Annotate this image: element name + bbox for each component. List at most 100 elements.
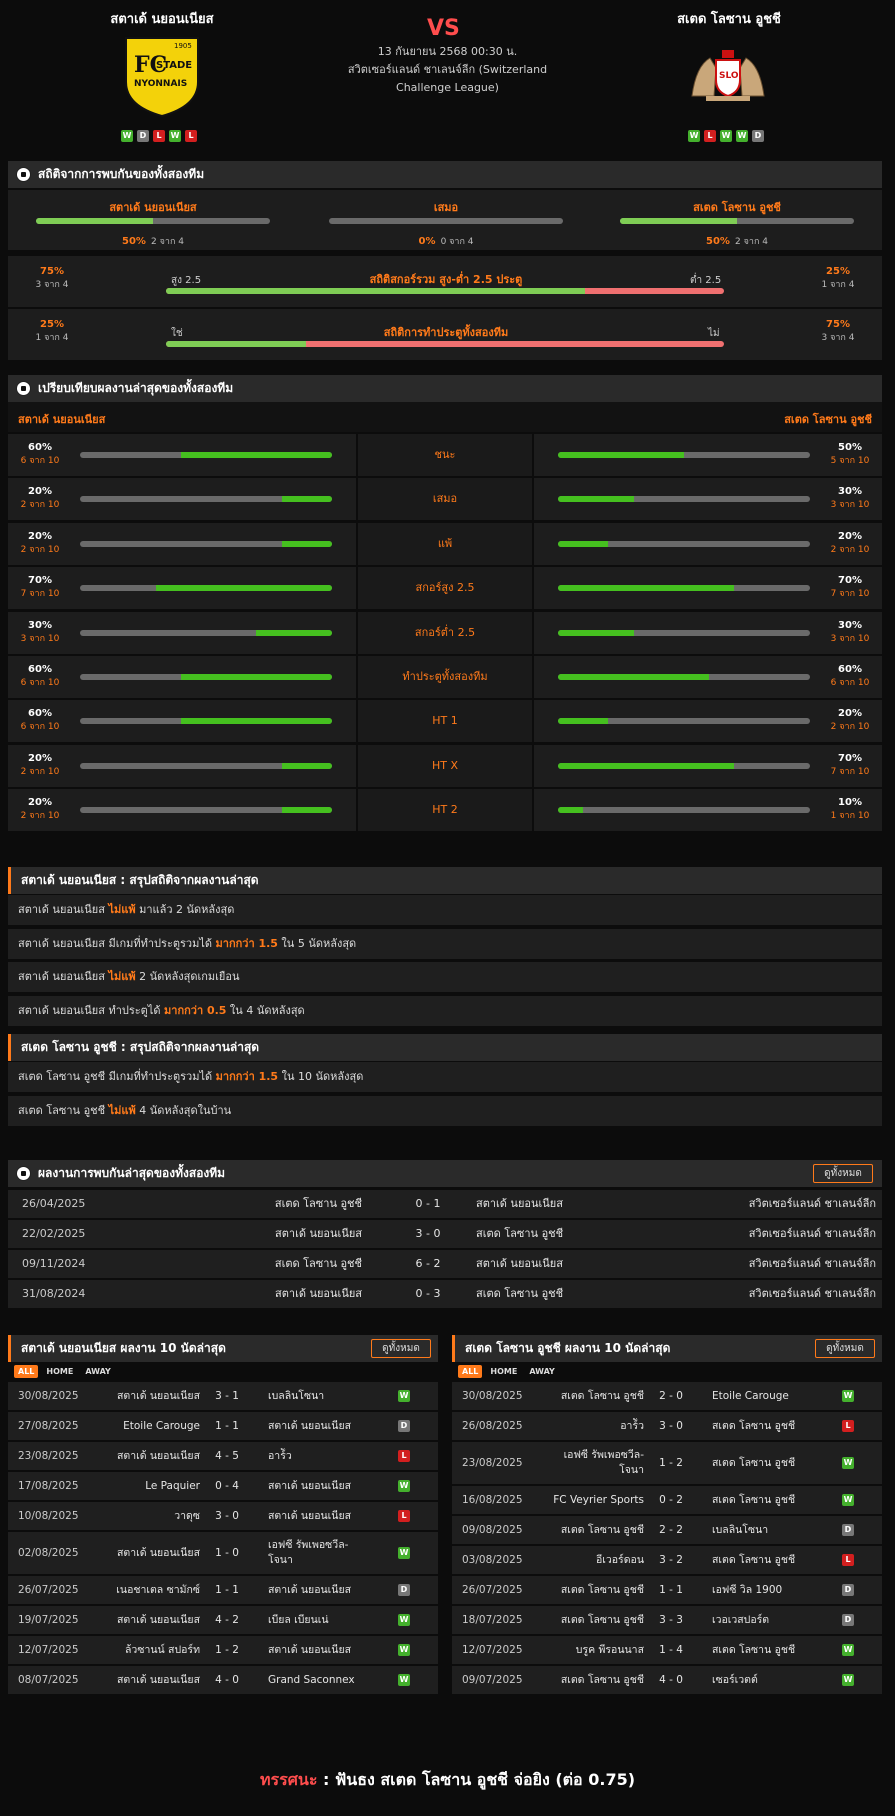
match-away-team[interactable]: สตาเด้ นยอนเนียส (268, 1502, 351, 1530)
tab-home[interactable]: HOME (42, 1365, 77, 1378)
match-home-team[interactable]: สตาเด้ นยอนเนียส (117, 1532, 200, 1574)
recent-row[interactable]: 17/08/2025 Le Paquier 0 - 4 สตาเด้ นยอนเนีย… (8, 1472, 438, 1500)
match-away-team[interactable]: สตาเด้ นยอนเนียส (476, 1190, 563, 1218)
h2h-row[interactable]: 22/02/2025 สตาเด้ นยอนเนียส 3 - 0 สเตด โลซา… (8, 1220, 882, 1248)
recent-row[interactable]: 10/08/2025 วาดุซ 3 - 0 สตาเด้ นยอนเนียส L (8, 1502, 438, 1530)
match-away-team[interactable]: เซอร์เวตต์ (712, 1666, 758, 1694)
match-away-team[interactable]: สเตด โลซาน อูชชี (712, 1412, 795, 1440)
match-league[interactable]: สวิตเซอร์แลนด์ ชาเลนจ์ลีก (749, 1190, 876, 1218)
match-home-team[interactable]: สเตด โลซาน อูชชี (561, 1606, 644, 1634)
match-away-team[interactable]: เอฟซี รัพเพอซวีล-โจนา (268, 1538, 368, 1568)
match-away-team[interactable]: เวอเวสปอร์ต (712, 1606, 769, 1634)
match-league[interactable]: สวิตเซอร์แลนด์ ชาเลนจ์ลีก (749, 1280, 876, 1308)
recent-row[interactable]: 09/08/2025 สเตด โลซาน อูชชี 2 - 2 เบลลินโซน… (452, 1516, 882, 1544)
recent-row[interactable]: 23/08/2025 เอฟซี รัพเพอซวีล-โจนา 1 - 2 สเตด… (452, 1442, 882, 1484)
match-home-team[interactable]: Le Paquier (145, 1472, 200, 1500)
recent-row[interactable]: 27/08/2025 Etoile Carouge 1 - 1 สตาเด้ นยอน… (8, 1412, 438, 1440)
match-score: 2 - 2 (659, 1524, 683, 1536)
recent-row[interactable]: 08/07/2025 สตาเด้ นยอนเนียส 4 - 0 Grand Sac… (8, 1666, 438, 1694)
compare-home-bar (80, 585, 332, 592)
recent-row[interactable]: 26/07/2025 สเตด โลซาน อูชชี 1 - 1 เอฟซี วิล… (452, 1576, 882, 1604)
recent-row[interactable]: 30/08/2025 สเตด โลซาน อูชชี 2 - 0 Etoile Ca… (452, 1382, 882, 1410)
match-score: 3 - 3 (659, 1614, 683, 1626)
tab-all[interactable]: ALL (14, 1365, 39, 1378)
match-home-team[interactable]: สตาเด้ นยอนเนียส (275, 1280, 362, 1308)
tab-away[interactable]: AWAY (81, 1365, 115, 1378)
match-home-team[interactable]: สเตด โลซาน อูชชี (561, 1666, 644, 1694)
match-away-team[interactable]: เอฟซี วิล 1900 (712, 1576, 782, 1604)
away-team-name[interactable]: สเตด โลซาน อูชชี (629, 8, 829, 29)
compare-home-team[interactable]: สตาเด้ นยอนเนียส (18, 410, 105, 428)
match-away-team[interactable]: สตาเด้ นยอนเนียส (268, 1576, 351, 1604)
match-home-team[interactable]: อาร์ัว (620, 1412, 644, 1440)
match-home-team[interactable]: วาดุซ (174, 1502, 200, 1530)
btts-right-pct: 75% (826, 319, 850, 330)
match-away-team[interactable]: เบลลินโซนา (712, 1516, 768, 1544)
match-away-team[interactable]: สเตด โลซาน อูชชี (712, 1636, 795, 1664)
away-recent-view-all-button[interactable]: ดูทั้งหมด (815, 1339, 875, 1358)
match-home-team[interactable]: สตาเด้ นยอนเนียส (117, 1442, 200, 1470)
match-home-team[interactable]: สตาเด้ นยอนเนียส (117, 1606, 200, 1634)
match-home-team[interactable]: สเตด โลซาน อูชชี (561, 1516, 644, 1544)
match-home-team[interactable]: สตาเด้ นยอนเนียส (117, 1382, 200, 1410)
recent-row[interactable]: 03/08/2025 อีเวอร์ดอน 3 - 2 สเตด โลซาน อูชช… (452, 1546, 882, 1574)
h2h-view-all-button[interactable]: ดูทั้งหมด (813, 1164, 873, 1183)
recent-row[interactable]: 09/07/2025 สเตด โลซาน อูชชี 4 - 0 เซอร์เวตต… (452, 1666, 882, 1694)
compare-away-bar-fill (558, 674, 710, 680)
match-home-team[interactable]: เนอชาเตล ซามักซ์ (116, 1576, 200, 1604)
recent-row[interactable]: 26/07/2025 เนอชาเตล ซามักซ์ 1 - 1 สตาเด้ นย… (8, 1576, 438, 1604)
recent-row[interactable]: 18/07/2025 สเตด โลซาน อูชชี 3 - 3 เวอเวสปอร… (452, 1606, 882, 1634)
match-away-team[interactable]: สตาเด้ นยอนเนียส (476, 1250, 563, 1278)
home-recent-view-all-button[interactable]: ดูทั้งหมด (371, 1339, 431, 1358)
tab-home[interactable]: HOME (486, 1365, 521, 1378)
match-away-team[interactable]: Etoile Carouge (712, 1382, 789, 1410)
match-away-team[interactable]: สเตด โลซาน อูชชี (712, 1442, 795, 1484)
recent-row[interactable]: 23/08/2025 สตาเด้ นยอนเนียส 4 - 5 อาร์ัว L (8, 1442, 438, 1470)
match-away-team[interactable]: เบียล เบียนเน่ (268, 1606, 329, 1634)
match-away-team[interactable]: สเตด โลซาน อูชชี (476, 1280, 563, 1308)
match-league[interactable]: สวิตเซอร์แลนด์ ชาเลนจ์ลีก (749, 1250, 876, 1278)
compare-home-pct: 60% (28, 442, 52, 453)
tab-away[interactable]: AWAY (525, 1365, 559, 1378)
recent-row[interactable]: 30/08/2025 สตาเด้ นยอนเนียส 3 - 1 เบลลินโซน… (8, 1382, 438, 1410)
match-home-team[interactable]: สเตด โลซาน อูชชี (275, 1250, 362, 1278)
h2h-row[interactable]: 09/11/2024 สเตด โลซาน อูชชี 6 - 2 สตาเด้ นย… (8, 1250, 882, 1278)
match-away-team[interactable]: Grand Saconnex (268, 1666, 355, 1694)
match-away-team[interactable]: เบลลินโซนา (268, 1382, 324, 1410)
match-away-team[interactable]: สเตด โลซาน อูชชี (476, 1220, 563, 1248)
match-home-team[interactable]: ล้วซานน์ สปอร์ท (125, 1636, 200, 1664)
match-home-team[interactable]: สตาเด้ นยอนเนียส (117, 1666, 200, 1694)
match-home-team[interactable]: สเตด โลซาน อูชชี (561, 1576, 644, 1604)
match-home-team[interactable]: สเตด โลซาน อูชชี (561, 1382, 644, 1410)
match-league[interactable]: สวิตเซอร์แลนด์ ชาเลนจ์ลีก (Switzerland C… (320, 61, 575, 97)
recent-row[interactable]: 26/08/2025 อาร์ัว 3 - 0 สเตด โลซาน อูชชี L (452, 1412, 882, 1440)
match-home-team[interactable]: เอฟซี รัพเพอซวีล-โจนา (544, 1448, 644, 1478)
match-away-team[interactable]: สตาเด้ นยอนเนียส (268, 1412, 351, 1440)
h2h-item-label: สตาเด้ นยอนเนียส (109, 201, 197, 214)
recent-row[interactable]: 12/07/2025 บรูค พีรอนนาส 1 - 4 สเตด โลซาน อ… (452, 1636, 882, 1664)
match-home-team[interactable]: Etoile Carouge (123, 1412, 200, 1440)
match-away-team[interactable]: สตาเด้ นยอนเนียส (268, 1472, 351, 1500)
away-team-logo[interactable]: SLO (686, 46, 770, 104)
recent-row[interactable]: 12/07/2025 ล้วซานน์ สปอร์ท 1 - 2 สตาเด้ นยอ… (8, 1636, 438, 1664)
recent-row[interactable]: 19/07/2025 สตาเด้ นยอนเนียส 4 - 2 เบียล เบี… (8, 1606, 438, 1634)
match-home-team[interactable]: สเตด โลซาน อูชชี (275, 1190, 362, 1218)
h2h-row[interactable]: 26/04/2025 สเตด โลซาน อูชชี 0 - 1 สตาเด้ นย… (8, 1190, 882, 1218)
home-team-logo[interactable]: 1905 FC STADE NYONNAIS (122, 34, 202, 119)
match-away-team[interactable]: สเตด โลซาน อูชชี (712, 1546, 795, 1574)
home-team-name[interactable]: สตาเด้ นยอนเนียส (62, 8, 262, 29)
btts-left-count: 1 จาก 4 (35, 333, 69, 343)
match-home-team[interactable]: อีเวอร์ดอน (596, 1546, 644, 1574)
match-home-team[interactable]: สตาเด้ นยอนเนียส (275, 1220, 362, 1248)
compare-away-team[interactable]: สเตด โลซาน อูชชี (784, 410, 872, 428)
match-home-team[interactable]: บรูค พีรอนนาส (576, 1636, 644, 1664)
match-away-team[interactable]: สเตด โลซาน อูชชี (712, 1486, 795, 1514)
h2h-row[interactable]: 31/08/2024 สตาเด้ นยอนเนียส 0 - 3 สเตด โลซา… (8, 1280, 882, 1308)
match-home-team[interactable]: FC Veyrier Sports (553, 1486, 644, 1514)
tab-all[interactable]: ALL (458, 1365, 483, 1378)
match-league[interactable]: สวิตเซอร์แลนด์ ชาเลนจ์ลีก (749, 1220, 876, 1248)
recent-row[interactable]: 02/08/2025 สตาเด้ นยอนเนียส 1 - 0 เอฟซี รัพ… (8, 1532, 438, 1574)
recent-row[interactable]: 16/08/2025 FC Veyrier Sports 0 - 2 สเตด โลซ… (452, 1486, 882, 1514)
match-away-team[interactable]: สตาเด้ นยอนเนียส (268, 1636, 351, 1664)
match-away-team[interactable]: อาร์ัว (268, 1442, 292, 1470)
